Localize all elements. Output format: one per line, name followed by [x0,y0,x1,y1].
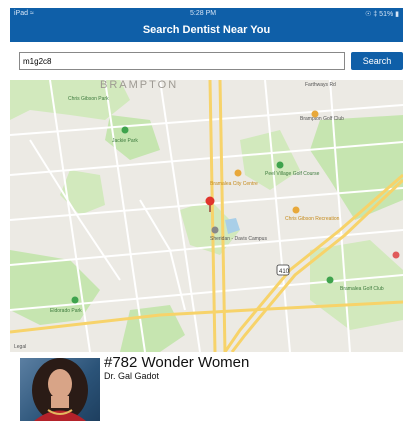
poi-label: Chris Gibson Recreation [285,216,340,222]
park-label: Jackie Park [112,138,138,144]
carrier-label: iPad ≈ [14,10,34,17]
status-bar: iPad ≈ 5:28 PM ☉ ‡ 51% ▮ [10,8,403,20]
search-button[interactable]: Search [351,52,403,70]
golf-label: Peel Village Golf Course [265,171,320,177]
dentist-photo [20,358,100,421]
result-subtitle: Dr. Gal Gadot [104,371,160,381]
highway-shield: 410 [276,264,290,276]
shopping-icon[interactable] [234,169,242,177]
sports-icon[interactable] [292,206,300,214]
golf-icon[interactable] [276,161,284,169]
poi-label: Bramalea City Centre [210,181,258,187]
legal-link[interactable]: Legal [14,344,26,350]
park-icon[interactable] [121,126,129,134]
result-item[interactable]: #782 Wonder Women Dr. Gal Gadot [18,354,398,421]
poi-icon[interactable] [311,110,319,118]
svg-text:410: 410 [279,269,290,275]
road-label: Farthways Rd [305,82,336,88]
park-icon[interactable] [71,296,79,304]
park-label: Chris Gibson Park [68,96,109,102]
school-icon[interactable] [211,226,219,234]
poi-label: Brampton Golf Club [300,116,344,122]
park-label: Eldorado Park [50,308,82,314]
poi-label: Sheridan - Davis Campus [210,236,267,242]
city-label: BRAMPTON [100,80,178,91]
app-header: Search Dentist Near You [10,20,403,42]
result-title[interactable]: #782 Wonder Women [104,354,249,371]
golf-icon[interactable] [326,276,334,284]
hospital-icon[interactable] [392,251,400,259]
map-view[interactable]: BRAMPTON Chris Gibson Park Jackie Park E… [10,80,403,352]
golf-label: Bramalea Golf Club [340,286,384,292]
page-title: Search Dentist Near You [142,24,271,36]
search-input[interactable] [19,52,345,70]
map-canvas[interactable]: BRAMPTON Chris Gibson Park Jackie Park E… [10,80,403,352]
time-label: 5:28 PM [190,10,217,17]
battery-label: ☉ ‡ 51% ▮ [365,11,399,18]
